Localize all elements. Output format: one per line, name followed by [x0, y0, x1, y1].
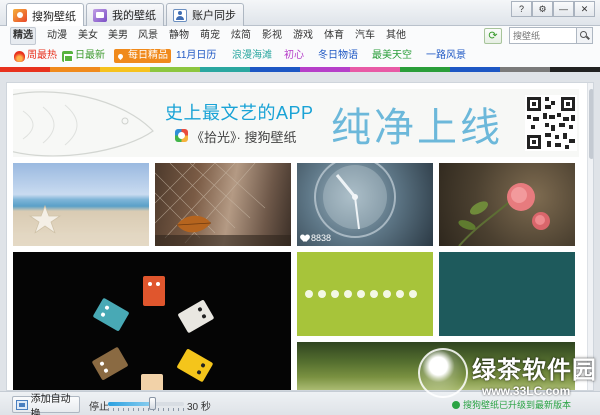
- tab-label: 搜狗壁纸: [32, 10, 76, 23]
- watermark-logo-icon: [418, 348, 468, 398]
- topic-link[interactable]: 周最热: [14, 49, 57, 63]
- fish-illustration: [13, 91, 154, 157]
- color-strip-segment: [400, 67, 450, 72]
- color-strip: [0, 67, 600, 72]
- shiguang-logo-icon: [175, 129, 188, 142]
- category-tab[interactable]: 风景: [135, 27, 161, 45]
- wallpaper-thumb-starfish-beach[interactable]: [13, 163, 149, 246]
- stop-label: 停止: [89, 402, 109, 413]
- promo-banner[interactable]: 史上最文艺的APP 《拾光》· 搜狗壁纸 纯净上线: [13, 89, 579, 157]
- color-strip-segment: [200, 67, 250, 72]
- search-input[interactable]: [509, 27, 577, 44]
- flame-icon: [14, 50, 25, 62]
- calendar-icon: [62, 50, 73, 62]
- topic-label: 11月日历: [176, 50, 217, 61]
- wallpaper-thumb-guitar-pedals[interactable]: [13, 252, 291, 390]
- topic-label: 冬日物语: [318, 50, 358, 61]
- color-strip-segment: [0, 67, 50, 72]
- guitar-pedals-illustration: [92, 276, 214, 390]
- wallpaper-thumb-clock[interactable]: 8838: [297, 163, 433, 246]
- my-wallpaper-icon: [93, 8, 107, 22]
- tab-account-sync[interactable]: 账户同步: [166, 3, 244, 26]
- interval-slider-track[interactable]: [108, 402, 184, 406]
- refresh-icon: ⟳: [488, 30, 498, 42]
- wallpaper-thumb-green-dots[interactable]: [297, 252, 433, 336]
- heart-icon: [301, 235, 309, 242]
- category-tab[interactable]: 动漫: [44, 27, 70, 45]
- sogou-logo-icon: [13, 9, 27, 22]
- topic-link[interactable]: 浪漫海滩: [232, 49, 272, 63]
- category-tab[interactable]: 体育: [321, 27, 347, 45]
- wallpaper-thumb-roses[interactable]: [439, 163, 575, 246]
- topic-label: 日最新: [75, 50, 105, 61]
- topic-link[interactable]: 11月日历: [176, 49, 216, 63]
- banner-headline: 史上最文艺的APP: [165, 103, 314, 123]
- title-bar: 搜狗壁纸 我的壁纸 账户同步 ? ⚙ — ✕: [0, 0, 600, 27]
- user-account-icon: [173, 8, 187, 22]
- color-strip-segment: [300, 67, 350, 72]
- color-strip-segment: [100, 67, 150, 72]
- slider-ticks: [108, 408, 184, 411]
- help-button[interactable]: ?: [511, 1, 532, 17]
- qr-code-icon: [525, 95, 577, 151]
- category-tab[interactable]: 美男: [105, 27, 131, 45]
- rose-illustration: [458, 183, 550, 246]
- category-tab[interactable]: 静物: [166, 27, 192, 45]
- category-tab[interactable]: 影视: [259, 27, 285, 45]
- category-tab[interactable]: 精选: [10, 27, 36, 45]
- wallpaper-thumb-teal[interactable]: [439, 252, 575, 336]
- settings-button[interactable]: ⚙: [532, 1, 553, 17]
- refresh-button[interactable]: ⟳: [484, 28, 502, 44]
- category-tab[interactable]: 萌宠: [197, 27, 223, 45]
- category-tab[interactable]: 汽车: [352, 27, 378, 45]
- topic-link[interactable]: 初心: [284, 49, 304, 63]
- scrollbar-thumb[interactable]: [589, 89, 593, 159]
- category-tab[interactable]: 炫简: [228, 27, 254, 45]
- topic-label: 一路风景: [426, 50, 466, 61]
- fence-leaf-illustration: [155, 163, 291, 246]
- wallpaper-icon: [16, 399, 28, 410]
- wallpaper-thumb-autumn-leaf[interactable]: [155, 163, 291, 246]
- close-button[interactable]: ✕: [574, 1, 595, 17]
- color-strip-segment: [500, 67, 550, 72]
- tab-label: 我的壁纸: [112, 10, 156, 22]
- topic-label: 周最热: [27, 50, 57, 61]
- site-watermark: 绿茶软件园 www.33LC.com: [418, 340, 598, 414]
- color-strip-segment: [450, 67, 500, 72]
- like-count: 8838: [301, 233, 331, 243]
- tab-my-wallpaper[interactable]: 我的壁纸: [86, 3, 164, 26]
- topic-link[interactable]: 每日精品: [114, 49, 171, 63]
- topic-link[interactable]: 冬日物语: [318, 49, 358, 63]
- topic-link[interactable]: 一路风景: [426, 49, 466, 63]
- search-button[interactable]: [576, 27, 593, 44]
- topic-label: 浪漫海滩: [232, 50, 272, 61]
- pick-icon: [115, 50, 126, 62]
- color-strip-segment: [50, 67, 100, 72]
- topic-label: 每日精品: [128, 50, 168, 61]
- color-strip-segment: [550, 67, 600, 72]
- color-strip-segment: [150, 67, 200, 72]
- dots-illustration: [305, 290, 417, 298]
- category-tab[interactable]: 游戏: [290, 27, 316, 45]
- tab-label: 账户同步: [192, 10, 236, 22]
- category-tab[interactable]: 其他: [383, 27, 409, 45]
- interval-slider-handle[interactable]: [149, 397, 156, 410]
- tab-sogou-wallpaper[interactable]: 搜狗壁纸: [6, 3, 84, 27]
- color-strip-segment: [250, 67, 300, 72]
- banner-subtitle: 《拾光》· 搜狗壁纸: [191, 130, 297, 145]
- auto-change-button[interactable]: 添加自动换: [12, 394, 80, 415]
- category-tab[interactable]: 美女: [75, 27, 101, 45]
- color-strip-segment: [350, 67, 400, 72]
- topic-link[interactable]: 日最新: [62, 49, 105, 63]
- topic-link[interactable]: 最美天空: [372, 49, 412, 63]
- starfish-icon: [13, 204, 149, 246]
- interval-seconds-label: 30 秒: [187, 402, 211, 413]
- topic-label: 最美天空: [372, 50, 412, 61]
- topic-label: 初心: [284, 50, 304, 61]
- minimize-button[interactable]: —: [553, 1, 574, 17]
- banner-big-text: 纯净上线: [331, 105, 503, 151]
